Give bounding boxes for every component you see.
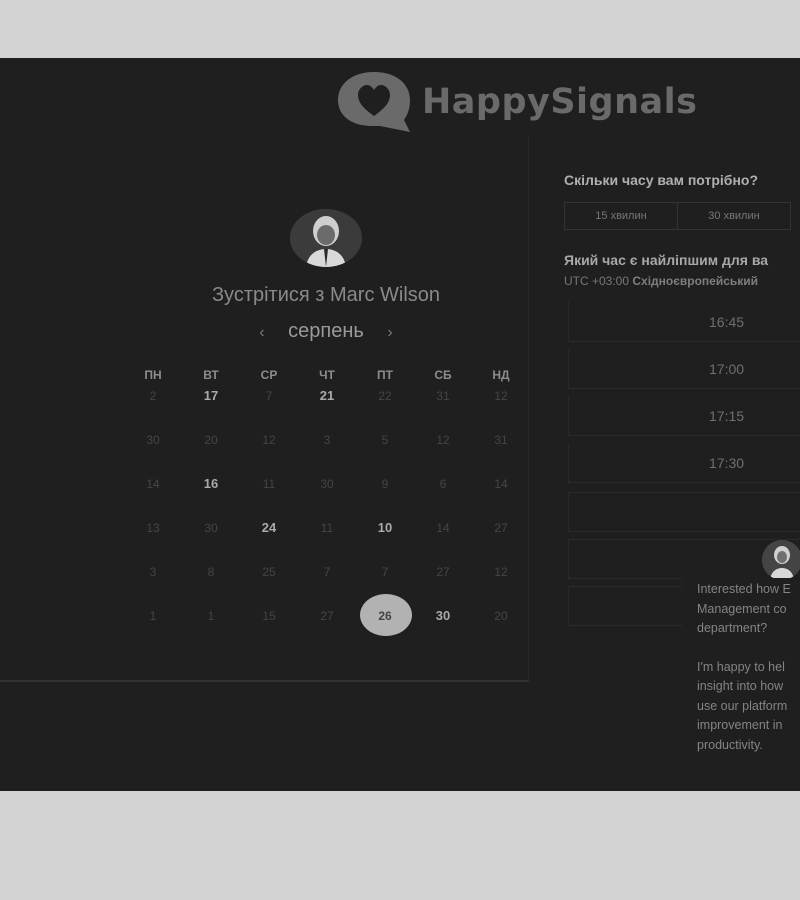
calendar-panel xyxy=(0,136,529,682)
duration-question: Скільки часу вам потрібно? xyxy=(564,172,759,188)
calendar-day: 3 xyxy=(323,433,331,447)
calendar-day: 14 xyxy=(436,521,450,535)
calendar-day: 14 xyxy=(146,477,160,491)
calendar-day: 3 xyxy=(149,565,157,579)
calendar-day: 7 xyxy=(323,565,331,579)
calendar-day: 12 xyxy=(436,433,450,447)
chat-message: Interested how E Management co departmen… xyxy=(697,580,800,639)
calendar-week: 3 8 25 7 7 27 12 xyxy=(124,562,530,582)
calendar-day-selected[interactable]: 26 xyxy=(356,594,414,636)
weekday-label: СБ xyxy=(434,368,452,382)
chat-message: I'm happy to hel insight into how use ou… xyxy=(697,658,800,756)
time-slot[interactable]: 17:00 xyxy=(568,349,800,389)
time-slot[interactable]: 17:30 xyxy=(568,443,800,483)
prev-month-button[interactable]: ‹ xyxy=(241,324,282,341)
time-slot[interactable]: 17:15 xyxy=(568,396,800,436)
selected-day-number: 26 xyxy=(378,609,392,623)
calendar-day: 12 xyxy=(494,565,508,579)
time-slot[interactable]: 16:45 xyxy=(568,302,800,342)
calendar-day-available[interactable]: 16 xyxy=(182,474,240,494)
chat-line: insight into how xyxy=(697,679,784,693)
calendar-week: 14 16 11 30 9 6 14 xyxy=(124,474,530,494)
chat-line: Interested how E xyxy=(697,582,791,596)
person-icon xyxy=(290,209,362,267)
duration-option-15[interactable]: 15 хвилин xyxy=(564,202,678,230)
person-icon xyxy=(762,540,800,580)
calendar-day: 12 xyxy=(262,433,276,447)
calendar-day: 30 xyxy=(320,477,334,491)
happysignals-logo[interactable]: HappySignals xyxy=(336,70,736,134)
timezone-name: Східноєвропейський xyxy=(632,274,759,288)
weekday-label: ПН xyxy=(144,368,162,382)
weekday-label: ПТ xyxy=(377,368,393,382)
duration-tabs: 15 хвилин 30 хвилин xyxy=(564,202,791,230)
calendar-day: 1 xyxy=(149,609,157,623)
calendar-day: 11 xyxy=(262,477,276,491)
weekday-label: НД xyxy=(492,368,510,382)
app-window: HappySignals Зустрітися з Marc Wilson ‹ … xyxy=(0,58,800,791)
calendar-day: 5 xyxy=(381,433,389,447)
host-avatar xyxy=(290,209,362,267)
brand-name: HappySignals xyxy=(422,82,698,122)
chat-line: productivity. xyxy=(697,737,763,752)
calendar-day: 30 xyxy=(146,433,160,447)
calendar-day: 22 xyxy=(378,389,392,403)
weekday-header: ПН ВТ СР ЧТ ПТ СБ НД xyxy=(124,368,530,382)
weekday-label: СР xyxy=(260,368,278,382)
calendar-day: 11 xyxy=(320,521,334,535)
calendar-week: 1 1 15 27 26 30 20 xyxy=(124,594,530,636)
calendar-day: 25 xyxy=(262,565,276,579)
calendar-day: 20 xyxy=(494,609,508,623)
calendar-day: 7 xyxy=(265,389,273,403)
time-question: Який час є найліпшим для ва xyxy=(564,252,769,268)
calendar-day: 27 xyxy=(436,565,450,579)
calendar-day-available[interactable]: 24 xyxy=(240,518,298,538)
chat-line: improvement in xyxy=(697,718,783,732)
calendar-day: 1 xyxy=(207,609,215,623)
calendar-day-available[interactable]: 17 xyxy=(182,386,240,406)
calendar-day: 9 xyxy=(381,477,389,491)
heart-chat-bubble-icon xyxy=(338,72,410,132)
calendar-day-available[interactable]: 21 xyxy=(298,386,356,406)
weekday-label: ЧТ xyxy=(319,368,335,382)
calendar-day: 2 xyxy=(149,389,157,403)
calendar-week: 13 30 24 11 10 14 27 xyxy=(124,518,530,538)
calendar-day: 31 xyxy=(436,389,450,403)
calendar-day: 13 xyxy=(146,521,160,535)
calendar-day-available[interactable]: 30 xyxy=(414,606,472,626)
chat-message-bubble[interactable]: Interested how E Management co departmen… xyxy=(682,578,800,766)
calendar-day: 27 xyxy=(494,521,508,535)
calendar-week: 2 17 7 21 22 31 12 xyxy=(124,386,530,406)
calendar-day: 6 xyxy=(439,477,447,491)
timezone-label[interactable]: UTC +03:00 Східноєвропейський xyxy=(564,274,758,288)
timezone-offset: UTC +03:00 xyxy=(564,274,633,288)
weekday-label: ВТ xyxy=(203,368,219,382)
calendar-day: 14 xyxy=(494,477,508,491)
calendar-week: 30 20 12 3 5 12 31 xyxy=(124,430,530,450)
calendar-day: 27 xyxy=(320,609,334,623)
next-month-button[interactable]: › xyxy=(369,324,410,341)
calendar-day: 31 xyxy=(494,433,508,447)
calendar-day: 7 xyxy=(381,565,389,579)
chat-line: I'm happy to hel xyxy=(697,659,785,674)
chat-agent-avatar[interactable] xyxy=(762,540,800,580)
month-label: серпень xyxy=(288,320,364,342)
calendar-day: 12 xyxy=(494,389,508,403)
calendar-day: 20 xyxy=(204,433,218,447)
chat-line: Management co xyxy=(697,601,787,616)
chat-line: use our platform xyxy=(697,698,788,713)
chat-line: department? xyxy=(697,621,768,635)
calendar-day: 30 xyxy=(204,521,218,535)
calendar-day: 8 xyxy=(207,565,215,579)
time-slot[interactable] xyxy=(568,492,800,532)
calendar-day-available[interactable]: 10 xyxy=(356,518,414,538)
duration-option-30[interactable]: 30 хвилин xyxy=(677,202,791,230)
calendar-day: 15 xyxy=(262,609,276,623)
